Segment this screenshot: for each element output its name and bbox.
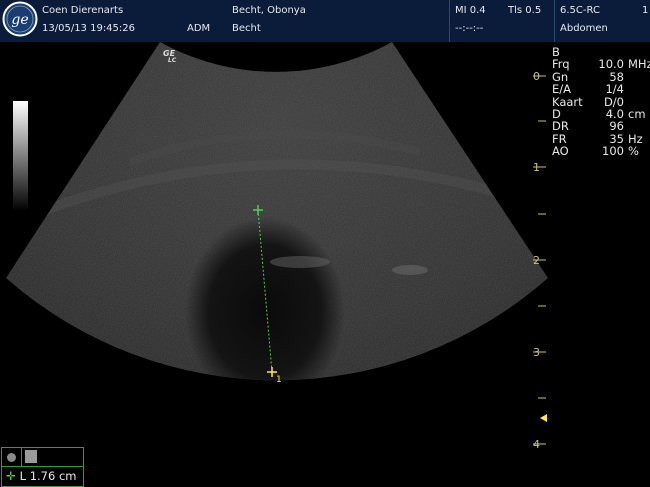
ge-logo-icon: ge [2,1,38,37]
focus-marker-icon[interactable] [540,414,547,422]
probe-orientation-badge: GE LC [163,49,177,65]
scan-sector [6,42,548,381]
mechanical-index: MI 0.4 [455,5,486,16]
operator-name: Coen Dierenarts [42,5,124,16]
header-divider [554,0,555,42]
depth-label-3: 3 [533,346,540,359]
clipboard-icon[interactable] [25,450,37,463]
caliper-index-label: 1 [276,375,282,385]
info-header: ge Coen Dierenarts 13/05/13 19:45:26 ADM… [0,0,650,42]
svg-text:ge: ge [11,12,28,28]
patient-name: Becht, Obonya [232,5,306,16]
depth-label-1: 1 [533,161,540,174]
depth-label-4: 4 [533,438,540,451]
header-divider [449,0,450,42]
record-icon[interactable] [7,453,16,462]
clip-time: --:--:-- [455,23,484,34]
measurement-box[interactable]: ✛ L 1.76 cm [1,447,84,487]
exam-datetime: 13/05/13 19:45:26 [42,23,136,34]
hypoechoic-lesion [185,217,345,381]
depth-label-2: 2 [533,254,540,267]
patient-id: Becht [232,23,261,34]
thermal-index: Tls 0.5 [508,5,542,16]
measurement-result: ✛ L 1.76 cm [6,469,77,483]
probe-name: 6.5C-RC [560,5,600,16]
grayscale-bar [13,101,28,211]
user-id: ADM [187,23,211,34]
caliper-cross-icon: ✛ [6,469,16,483]
exam-preset: Abdomen [560,23,608,34]
measurement-toolbar [2,448,83,467]
page-number: 1 [642,5,649,16]
depth-label-0: 0 [533,70,540,83]
